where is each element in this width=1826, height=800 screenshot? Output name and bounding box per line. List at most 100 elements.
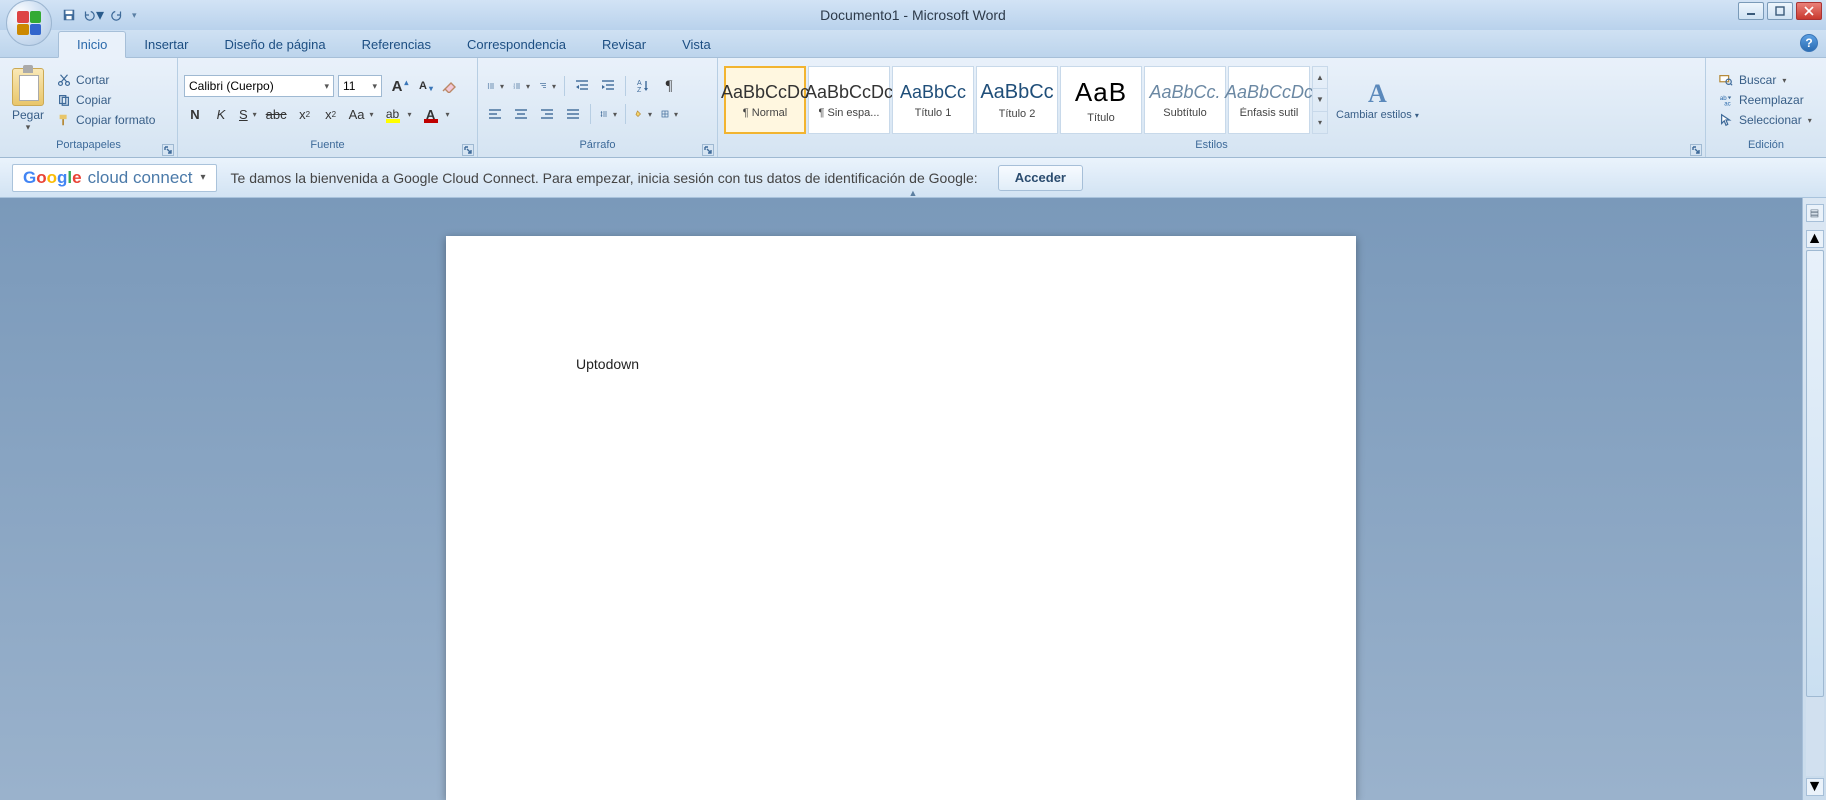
font-family-combo[interactable]: Calibri (Cuerpo)▾ (184, 75, 334, 97)
gcc-welcome-text: Te damos la bienvenida a Google Cloud Co… (231, 170, 978, 186)
tab-correspondencia[interactable]: Correspondencia (449, 32, 584, 57)
multilevel-list-button[interactable]: ▾ (536, 75, 558, 97)
numbering-button[interactable]: 123▾ (510, 75, 532, 97)
style---normal[interactable]: AaBbCcDc¶ Normal (724, 66, 806, 134)
undo-button[interactable]: ▾ (82, 4, 104, 26)
google-logo-icon: Google (23, 168, 82, 188)
decrease-indent-button[interactable] (571, 75, 593, 97)
style-label: Subtítulo (1163, 107, 1206, 119)
scroll-track[interactable] (1806, 250, 1824, 776)
paste-button[interactable]: Pegar ▾ (6, 66, 50, 135)
styles-dialog-launcher[interactable] (1690, 144, 1702, 156)
style-label: Título 2 (999, 108, 1036, 120)
close-button[interactable] (1796, 2, 1822, 20)
redo-button[interactable] (106, 4, 128, 26)
font-color-button[interactable]: A▾ (418, 103, 452, 125)
tab-diseno-pagina[interactable]: Diseño de página (206, 32, 343, 57)
cut-label: Cortar (76, 73, 109, 87)
style-label: Título (1087, 112, 1115, 124)
style-preview: AaB (1075, 77, 1127, 108)
minimize-button[interactable] (1738, 2, 1764, 20)
select-label: Seleccionar (1739, 113, 1802, 127)
font-group-label: Fuente (310, 139, 344, 151)
font-family-value: Calibri (Cuerpo) (189, 79, 274, 93)
clear-formatting-button[interactable] (438, 75, 462, 97)
copy-label: Copiar (76, 93, 111, 107)
grow-font-button[interactable]: A (386, 75, 408, 97)
italic-button[interactable]: K (210, 103, 232, 125)
style---sin-espa---[interactable]: AaBbCcDc¶ Sin espa... (808, 66, 890, 134)
scroll-thumb[interactable] (1806, 250, 1824, 697)
document-page[interactable]: Uptodown (446, 236, 1356, 800)
bold-button[interactable]: N (184, 103, 206, 125)
sort-button[interactable]: AZ (632, 75, 654, 97)
svg-text:Z: Z (637, 87, 642, 94)
subscript-button[interactable]: x2 (294, 103, 316, 125)
style-preview: AaBbCc. (1149, 82, 1220, 103)
styles-gallery-scroll[interactable]: ▲▼▾ (1312, 66, 1328, 134)
strikethrough-button[interactable]: abc (263, 103, 290, 125)
tab-referencias[interactable]: Referencias (344, 32, 449, 57)
superscript-button[interactable]: x2 (320, 103, 342, 125)
highlight-color-button[interactable]: ab▾ (380, 103, 414, 125)
gcc-login-button[interactable]: Acceder (998, 165, 1083, 191)
tab-insertar[interactable]: Insertar (126, 32, 206, 57)
style-label: ¶ Normal (743, 107, 787, 119)
font-size-value: 11 (343, 79, 355, 93)
document-body-text[interactable]: Uptodown (576, 356, 639, 372)
save-icon[interactable] (58, 4, 80, 26)
style-t-tulo-1[interactable]: AaBbCcTítulo 1 (892, 66, 974, 134)
change-styles-label: Cambiar estilos (1336, 109, 1412, 121)
tab-revisar[interactable]: Revisar (584, 32, 664, 57)
find-button[interactable]: Buscar ▾ (1716, 72, 1815, 88)
bullets-button[interactable]: ▾ (484, 75, 506, 97)
styles-group-label: Estilos (1195, 139, 1227, 151)
font-size-combo[interactable]: 11▾ (338, 75, 382, 97)
copy-button[interactable]: Copiar (54, 92, 158, 108)
align-right-button[interactable] (536, 103, 558, 125)
justify-button[interactable] (562, 103, 584, 125)
tab-inicio[interactable]: Inicio (58, 31, 126, 58)
clipboard-dialog-launcher[interactable] (162, 144, 174, 156)
help-button[interactable]: ? (1800, 34, 1818, 52)
borders-button[interactable]: ▾ (658, 103, 680, 125)
change-styles-button[interactable]: A Cambiar estilos ▾ (1328, 75, 1427, 125)
line-spacing-button[interactable]: ▾ (597, 103, 619, 125)
align-center-button[interactable] (510, 103, 532, 125)
cut-button[interactable]: Cortar (54, 72, 158, 88)
show-marks-button[interactable]: ¶ (658, 75, 680, 97)
replace-button[interactable]: abacReemplazar (1716, 92, 1815, 108)
maximize-button[interactable] (1767, 2, 1793, 20)
replace-label: Reemplazar (1739, 93, 1804, 107)
editing-group-label: Edición (1748, 139, 1784, 151)
office-button[interactable] (6, 0, 52, 46)
svg-text:A: A (637, 80, 642, 87)
select-button[interactable]: Seleccionar ▾ (1716, 112, 1815, 128)
find-label: Buscar (1739, 73, 1776, 87)
style-t-tulo[interactable]: AaB Título (1060, 66, 1142, 134)
increase-indent-button[interactable] (597, 75, 619, 97)
clipboard-group-label: Portapapeles (56, 139, 121, 151)
shading-button[interactable]: ▾ (632, 103, 654, 125)
style-preview: AaBbCcDc (1225, 82, 1313, 103)
font-dialog-launcher[interactable] (462, 144, 474, 156)
style-subt-tulo[interactable]: AaBbCc. Subtítulo (1144, 66, 1226, 134)
scroll-up-button[interactable]: ▲ (1806, 230, 1824, 248)
style--nfasis-sutil[interactable]: AaBbCcDcÉnfasis sutil (1228, 66, 1310, 134)
ruler-toggle-icon[interactable]: ▤ (1806, 204, 1824, 222)
paragraph-dialog-launcher[interactable] (702, 144, 714, 156)
document-viewport[interactable]: Uptodown (0, 198, 1802, 800)
gcc-collapse-icon[interactable]: ▲ (909, 188, 918, 198)
format-painter-button[interactable]: Copiar formato (54, 112, 158, 128)
change-case-button[interactable]: Aa▾ (346, 103, 376, 125)
scroll-down-button[interactable]: ▼ (1806, 778, 1824, 796)
align-left-button[interactable] (484, 103, 506, 125)
shrink-font-button[interactable]: A (412, 75, 434, 97)
style-t-tulo-2[interactable]: AaBbCcTítulo 2 (976, 66, 1058, 134)
style-label: ¶ Sin espa... (819, 107, 880, 119)
qat-customize-icon[interactable]: ▾ (132, 10, 137, 21)
window-title: Documento1 - Microsoft Word (820, 7, 1006, 23)
tab-vista[interactable]: Vista (664, 32, 729, 57)
google-cloud-connect-menu[interactable]: Google cloud connect ▾ (12, 164, 217, 192)
underline-button[interactable]: S▾ (236, 103, 259, 125)
